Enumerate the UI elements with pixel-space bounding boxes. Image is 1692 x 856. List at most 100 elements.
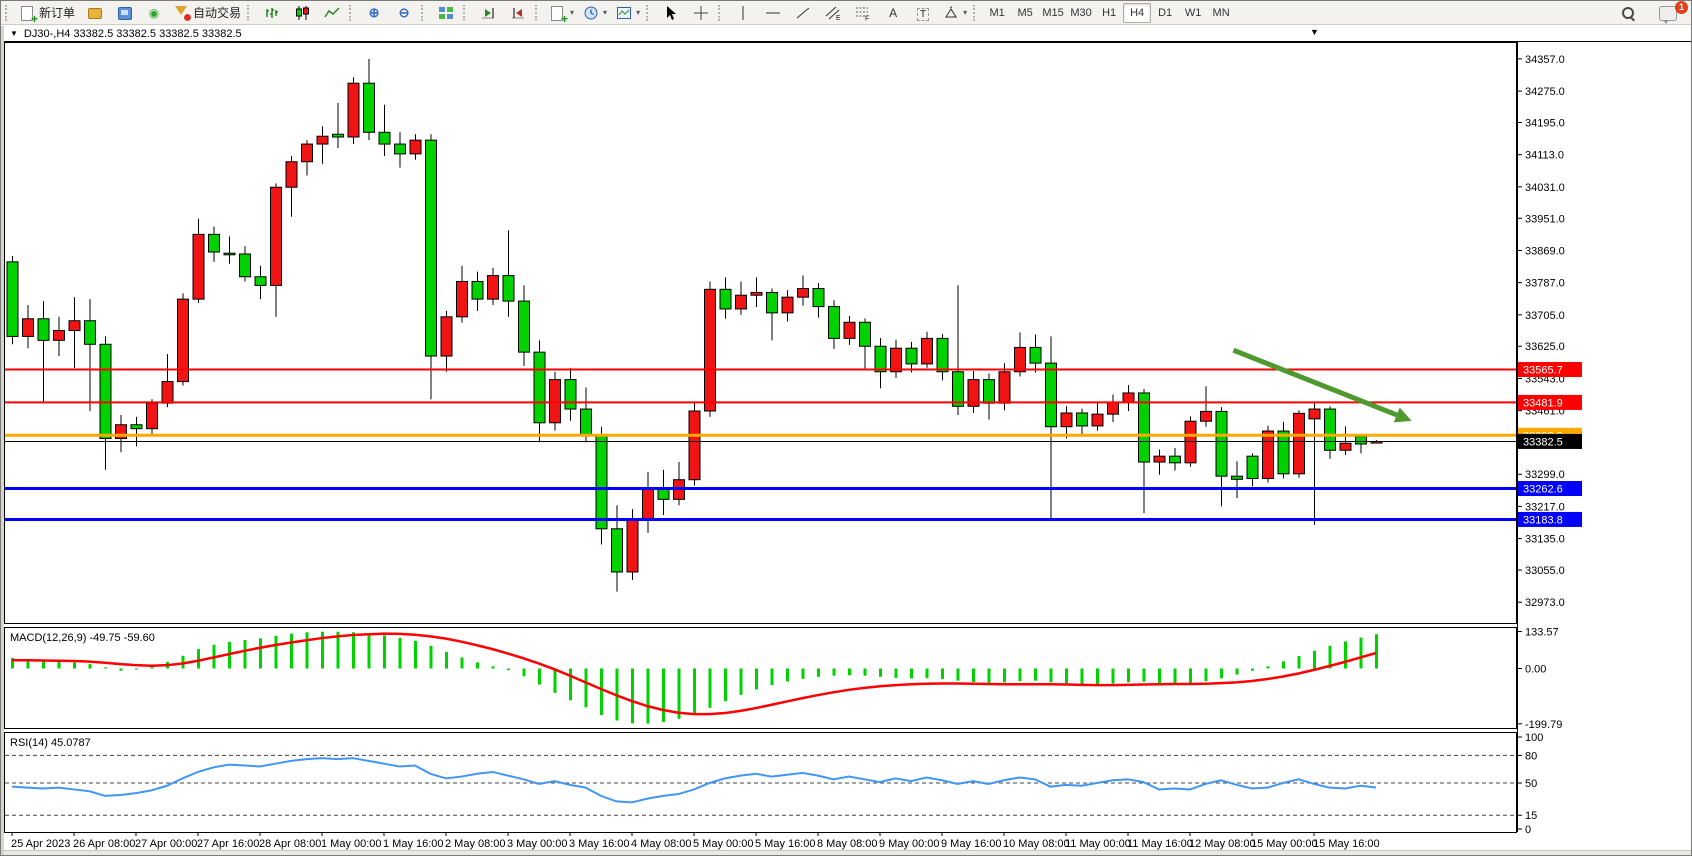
svg-text:33787.0: 33787.0 [1525, 278, 1565, 290]
candle [565, 380, 576, 409]
chart-dropdown-icon[interactable]: ▼ [10, 29, 18, 38]
toolbar-grip [973, 5, 979, 21]
time-label: 3 May 00:00 [507, 838, 568, 850]
timeframe-M30[interactable]: M30 [1067, 3, 1095, 23]
notification-badge: 1 [1675, 1, 1688, 14]
new-order-button[interactable]: +新订单 [15, 2, 79, 24]
text-label-button[interactable]: T [908, 2, 938, 24]
crosshair-button[interactable] [686, 2, 716, 24]
text-button[interactable]: A [878, 2, 908, 24]
candle [23, 319, 34, 337]
search-button[interactable] [1613, 2, 1643, 24]
arrows-button[interactable]: ▾ [938, 2, 971, 24]
candle [937, 338, 948, 371]
toolbar-grip [421, 5, 427, 21]
toolbar-grip [718, 5, 724, 21]
price-axis[interactable]: 34357.034275.034195.034113.034031.033951… [1517, 42, 1582, 836]
timeframe-H4[interactable]: H4 [1123, 3, 1151, 23]
candle [503, 276, 514, 302]
candle [720, 289, 731, 309]
line-chart-button[interactable] [317, 2, 347, 24]
chart-shift-button[interactable] [503, 2, 533, 24]
timeframe-D1[interactable]: D1 [1151, 3, 1179, 23]
tile-windows-button[interactable] [431, 2, 461, 24]
svg-text:33705.0: 33705.0 [1525, 310, 1565, 322]
timeframe-MN[interactable]: MN [1207, 3, 1235, 23]
candle [224, 253, 235, 255]
fibonacci-button[interactable]: F [848, 2, 878, 24]
zoom-in-button[interactable]: ⊕ [359, 2, 389, 24]
candle [348, 83, 359, 137]
candle [1309, 409, 1320, 419]
cursor-button[interactable] [656, 2, 686, 24]
candle [1201, 411, 1212, 421]
candle [426, 140, 437, 356]
price-label-33481.9: 33481.9 [1518, 395, 1582, 410]
time-label: 9 May 00:00 [879, 838, 940, 850]
chat-button[interactable]: 1 [1653, 2, 1683, 24]
svg-text:50: 50 [1525, 778, 1537, 790]
chart-canvas[interactable]: 34357.034275.034195.034113.034031.033951… [4, 42, 1692, 852]
candle [596, 435, 607, 529]
main-chart-panel[interactable] [5, 43, 1517, 624]
time-label: 28 Apr 08:00 [259, 838, 321, 850]
svg-text:E: E [836, 15, 841, 21]
trendline-button[interactable] [788, 2, 818, 24]
candle [829, 307, 840, 339]
candle [751, 292, 762, 295]
candle [860, 322, 871, 346]
candle [953, 372, 964, 407]
time-label: 11 May 00:00 [1065, 838, 1131, 850]
periods-button[interactable]: ▾ [578, 2, 611, 24]
candlestick-chart-button[interactable] [287, 2, 317, 24]
horizontal-line-button[interactable] [758, 2, 788, 24]
candle [333, 134, 344, 137]
svg-text:33055.0: 33055.0 [1525, 565, 1565, 577]
trading-terminal-window: +新订单 ◉自动交易 ⊕⊖ +▾ ▾ ▾ E FAT ▾ M1M5M15M30H1H4D1W1MN… [0, 0, 1692, 856]
time-axis[interactable]: 25 Apr 202326 Apr 08:0027 Apr 00:0027 Ap… [11, 832, 1380, 850]
chart-menu-arrow-icon[interactable]: ▼ [1310, 27, 1319, 37]
channel-button[interactable]: E [818, 2, 848, 24]
main-toolbar: +新订单 ◉自动交易 ⊕⊖ +▾ ▾ ▾ E FAT ▾ M1M5M15M30H1H4D1W1MN… [1, 1, 1691, 25]
candle [736, 295, 747, 309]
candle [1340, 443, 1351, 450]
candle [612, 529, 623, 572]
candle [379, 132, 390, 144]
time-label: 1 May 00:00 [321, 838, 382, 850]
chart-title-bar[interactable]: ▼ DJ30-,H4 33382.5 33382.5 33382.5 33382… [4, 26, 1692, 42]
candle [1123, 393, 1134, 402]
bar-chart-button[interactable] [257, 2, 287, 24]
indicators-button[interactable]: +▾ [545, 2, 578, 24]
candle [7, 262, 18, 337]
zoom-out-button[interactable]: ⊖ [389, 2, 419, 24]
vertical-line-button[interactable] [728, 2, 758, 24]
market-watch-button[interactable] [79, 2, 109, 24]
candle [1030, 347, 1041, 363]
timeframe-M1[interactable]: M1 [983, 3, 1011, 23]
timeframe-H1[interactable]: H1 [1095, 3, 1123, 23]
macd-panel[interactable] [5, 628, 1517, 729]
candle [472, 281, 483, 299]
svg-text:32973.0: 32973.0 [1525, 597, 1565, 609]
time-label: 27 Apr 16:00 [197, 838, 259, 850]
window-bottom-edge [4, 850, 1692, 856]
autotrading-button[interactable]: 自动交易 [169, 2, 245, 24]
auto-scroll-button[interactable] [473, 2, 503, 24]
svg-text:133.57: 133.57 [1525, 627, 1559, 639]
timeframe-M5[interactable]: M5 [1011, 3, 1039, 23]
candle [922, 338, 933, 364]
candle [1278, 431, 1289, 474]
price-label-33382.5: 33382.5 [1518, 434, 1582, 449]
macd-label: MACD(12,26,9) -49.75 -59.60 [10, 632, 155, 644]
svg-text:33262.6: 33262.6 [1523, 484, 1563, 496]
mql5-community-button[interactable] [109, 2, 139, 24]
chevron-down-icon: ▾ [963, 8, 967, 17]
toolbar-grip [247, 5, 253, 21]
toolbar-grip [463, 5, 469, 21]
chevron-down-icon: ▾ [603, 8, 607, 17]
timeframe-W1[interactable]: W1 [1179, 3, 1207, 23]
signals-button[interactable]: ◉ [139, 2, 169, 24]
templates-button[interactable]: ▾ [611, 2, 644, 24]
timeframe-M15[interactable]: M15 [1039, 3, 1067, 23]
svg-text:33869.0: 33869.0 [1525, 245, 1565, 257]
